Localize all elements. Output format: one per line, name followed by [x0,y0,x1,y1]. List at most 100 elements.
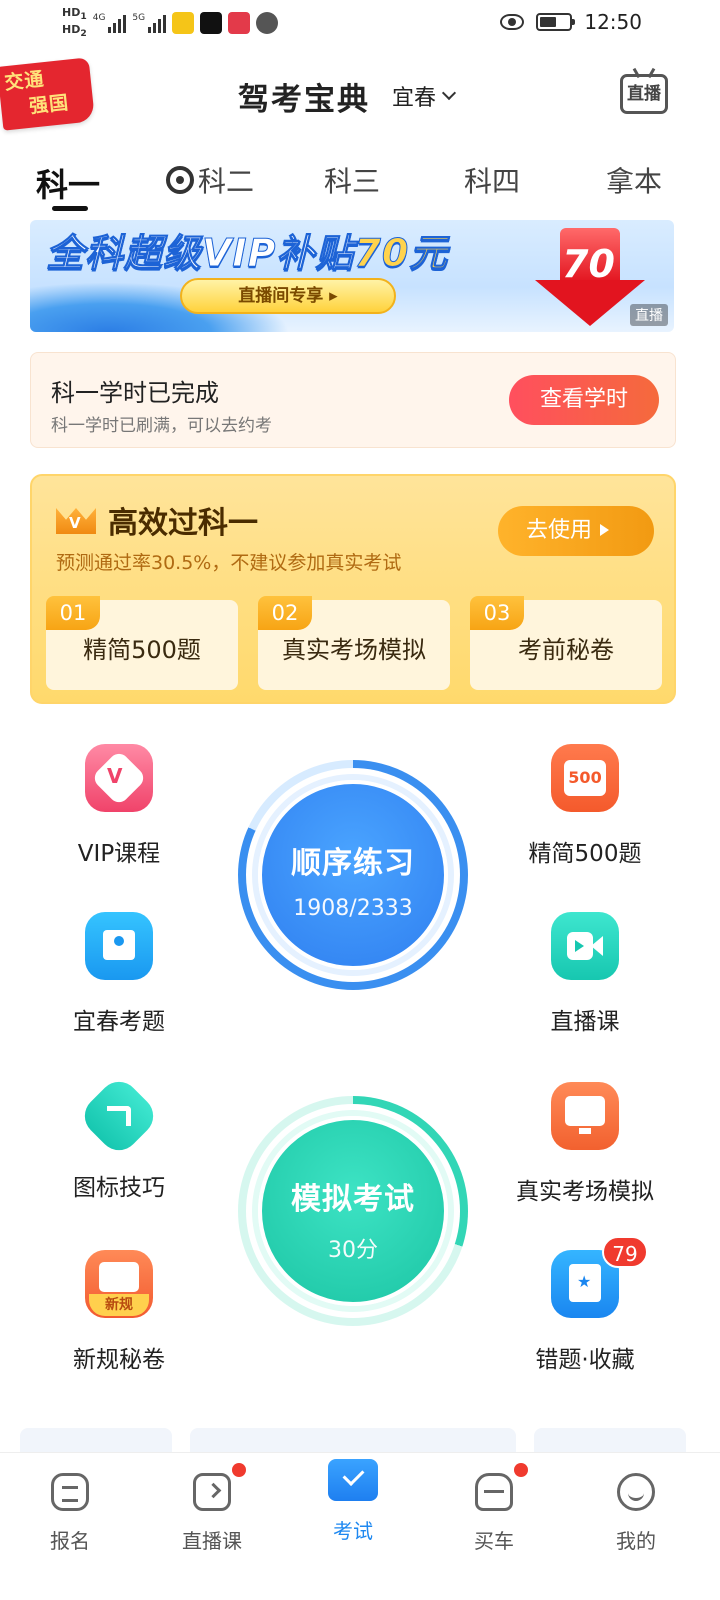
feature-vip-course[interactable]: V VIP课程 [34,744,204,868]
feature-label: 精简500题 [528,841,642,867]
feature-label: VIP课程 [77,841,161,867]
notification-app-icon-2 [228,12,251,35]
tab-ke2[interactable]: 科二 [166,160,254,200]
mock-exam-button[interactable]: 模拟考试 30分 [238,1096,468,1326]
new-rules-tag: 新规 [89,1294,149,1316]
nav-label: 考试 [333,1519,373,1543]
feature-label: 直播课 [550,1009,620,1035]
feature-label: 图标技巧 [73,1175,165,1201]
traffic-power-badge[interactable]: 交通 强国 [0,57,96,131]
feature-city-exam[interactable]: 宜春考题 [34,912,204,1036]
banner-arrow-amount: 70 [562,242,615,286]
feature-real-exam[interactable]: 真实考场模拟 [500,1082,670,1206]
feature-label: 宜春考题 [73,1009,165,1035]
status-right: 12:50 [500,10,642,34]
vip-course-icon: V [85,744,153,812]
crown-icon: V [56,500,96,534]
video-camera-icon [551,912,619,980]
car-icon [475,1473,513,1511]
nav-signup[interactable]: 报名 [10,1473,130,1554]
tab-ke4[interactable]: 科四 [464,160,520,200]
battery-icon [536,13,576,31]
practice-core: 顺序练习 1908/2333 [258,780,448,970]
view-hours-button[interactable]: 查看学时 [509,375,659,425]
bottom-nav: 报名 直播课 考试 买车 我的 [0,1452,720,1600]
nav-label: 报名 [50,1529,90,1553]
nav-label: 我的 [616,1529,656,1553]
eye-icon [500,14,525,30]
signal-5g-icon: 5G [132,13,167,34]
chat-bubble-icon [256,12,279,35]
practice-title: 顺序练习 [291,846,415,881]
buy-car-dot [514,1463,528,1477]
pass-item-secret-paper[interactable]: 03 考前秘卷 [470,596,662,690]
hd2-sub: 2 [80,28,87,40]
hours-title: 科一学时已完成 [51,379,219,407]
pass-rate-text: 预测通过率30.5%，不建议参加真实考试 [56,552,402,574]
tiktok-icon [200,12,223,35]
feature-500-questions[interactable]: 500 精简500题 [500,744,670,868]
pass-item-label: 真实考场模拟 [282,636,426,664]
study-hours-card: 科一学时已完成 科一学时已刷满，可以去约考 查看学时 [30,352,676,448]
tab-ke3[interactable]: 科三 [324,160,380,200]
app-title: 驾考宝典 [238,82,370,118]
status-bar: HD1 HD2 4G 5G 12:50 [0,0,720,48]
live-tv-button[interactable]: 直播 [620,74,668,114]
nav-buy-car[interactable]: 买车 [434,1473,554,1554]
pass-item-real-exam[interactable]: 02 真实考场模拟 [258,596,450,690]
road-sign-icon [76,1073,162,1159]
pass-item-label: 考前秘卷 [518,636,614,664]
notification-app-icon [172,12,195,35]
hd1-sub: 1 [80,11,87,23]
mock-score: 30分 [328,1238,378,1263]
mock-core: 模拟考试 30分 [258,1116,448,1306]
nav-exam[interactable]: 考试 [293,1459,413,1544]
pass-item-number: 03 [470,596,524,630]
nav-label: 买车 [474,1529,514,1553]
map-pin-icon [85,912,153,980]
feature-label: 新规秘卷 [73,1347,165,1373]
tab-license[interactable]: 拿本 [606,160,662,200]
use-now-label: 去使用 [526,518,593,543]
banner-title: 全科超级VIP补贴70元 [45,222,449,277]
crown-letter: V [69,514,81,532]
feature-new-rules[interactable]: 新规 新规秘卷 [34,1250,204,1374]
live-tv-label: 直播 [627,84,661,104]
new-rules-icon: 新规 [85,1250,153,1318]
city-selector[interactable]: 宜春 [392,80,457,112]
mock-title: 模拟考试 [291,1182,415,1217]
icon-500-text: 500 [564,760,606,796]
hd1-label: HD [62,6,81,19]
feature-live-class[interactable]: 直播课 [500,912,670,1036]
pass-item-number: 02 [258,596,312,630]
clock: 12:50 [584,10,642,34]
pass-card-title: 高效过科一 [108,506,258,541]
nav-label: 直播课 [182,1529,242,1553]
wrong-count-badge: 79 [602,1236,648,1268]
banner-title-amount: 70元 [354,231,449,276]
tab-ke1[interactable]: 科一 [36,160,100,206]
promo-banner[interactable]: 全科超级VIP补贴70元 直播间专享 ▸ 70 直播 [30,220,674,332]
feature-label: 错题·收藏 [535,1347,635,1373]
500-questions-icon: 500 [551,744,619,812]
active-tab-indicator [52,206,88,211]
pass-item-500[interactable]: 01 精简500题 [46,596,238,690]
chevron-down-icon [441,85,457,101]
banner-live-tag: 直播 [630,304,668,326]
banner-button-label: 直播间专享 [238,286,324,306]
use-now-button[interactable]: 去使用 [498,506,654,556]
sequential-practice-button[interactable]: 顺序练习 1908/2333 [238,760,468,990]
pass-item-number: 01 [46,596,100,630]
feature-wrong-favorites[interactable]: ★ 错题·收藏 [500,1250,670,1374]
feature-label: 真实考场模拟 [516,1179,654,1205]
practice-progress: 1908/2333 [293,896,413,921]
efficient-pass-card: V 高效过科一 预测通过率30.5%，不建议参加真实考试 去使用 01 精简50… [30,474,676,704]
net1-label: 4G [92,13,106,24]
play-arrow-icon [600,524,610,536]
feature-sign-tips[interactable]: 图标技巧 [34,1073,204,1202]
signup-icon [51,1473,89,1511]
monitor-icon [551,1082,619,1150]
nav-live-class[interactable]: 直播课 [152,1473,272,1554]
banner-live-button[interactable]: 直播间专享 ▸ [180,278,396,314]
nav-me[interactable]: 我的 [576,1473,696,1554]
